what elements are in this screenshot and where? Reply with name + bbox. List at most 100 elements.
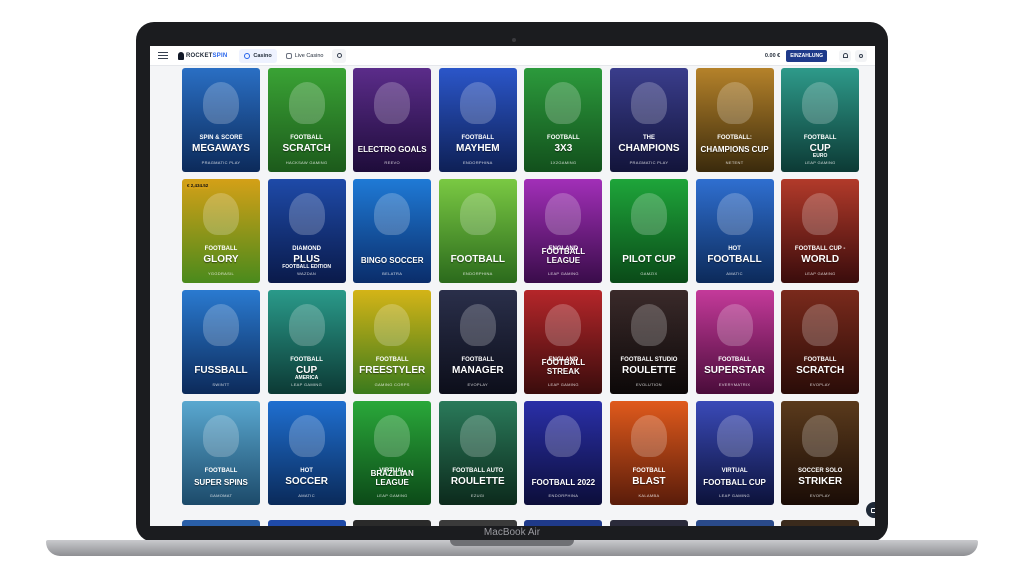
account-button[interactable] [855,49,867,62]
tab-casino[interactable]: Casino [239,48,277,63]
game-tile[interactable]: FOOTBALL MANAGER EVOPLAY [438,290,517,394]
game-artwork [716,304,753,346]
game-edition: AMERICA [294,375,319,381]
game-provider: KALAMBA [638,493,660,498]
game-subtitle: FOOTBALL CUP - [794,246,846,252]
game-provider: EVERYMATRIX [718,382,751,387]
search-icon [336,53,342,58]
game-title: BRAZILIAN LEAGUE [370,469,414,487]
tab-label: Live Casino [294,52,324,59]
game-subtitle: FOOTBALL [375,357,409,363]
game-title: CHAMPIONS CUP [700,145,769,154]
game-tile-peek[interactable] [438,520,517,526]
logo-text-b: SPIN [212,52,228,59]
game-artwork [459,193,496,235]
game-subtitle: FOOTBALL [461,135,495,141]
game-provider: LEAP GAMING [719,493,750,498]
game-title: 3X3 [554,143,573,154]
game-tile[interactable]: FOOTBALL STUDIO ROULETTE EVOLUTION [609,290,688,394]
game-provider: SWINTT [212,382,230,387]
game-tile[interactable]: FOOTBALL ENDORPHINA [438,179,517,283]
game-title: MANAGER [451,365,504,376]
game-tile-peek[interactable] [695,520,774,526]
game-title: BLAST [632,476,666,487]
game-subtitle: THE [642,135,655,141]
game-tile[interactable]: FUSSBALL SWINTT [182,290,260,394]
game-tile-peek[interactable] [353,520,432,526]
game-tile[interactable]: HOT FOOTBALL AMATIC [695,179,774,283]
game-provider: LEAP GAMING [376,493,408,498]
game-tile[interactable]: THE CHAMPIONS PRAGMATIC PLAY [609,68,688,172]
menu-icon[interactable] [158,52,168,59]
top-bar: ROCKET SPIN Casino Live Casino 0.00 € EIN… [150,46,875,66]
game-tile[interactable]: BINGO SOCCER BELATRA [353,179,432,283]
game-provider: EVOLUTION [636,382,662,387]
device-model-label: MacBook Air [483,527,541,538]
game-tile[interactable]: FOOTBALL AUTO ROULETTE EZUGI [438,401,517,505]
game-tile[interactable]: FOOTBALL CUP - WORLD LEAP GAMING [781,179,860,283]
game-tile[interactable]: ELECTRO GOALS REEVO [353,68,432,172]
game-tile[interactable]: HOT SOCCER AMATIC [267,401,346,505]
game-provider: AMATIC [726,271,743,276]
game-title: BINGO SOCCER [360,256,424,265]
game-tile[interactable]: FOOTBALL SUPER SPINS GAMOMAT [182,401,260,505]
search-button[interactable] [332,48,347,63]
game-provider: EVOPLAY [809,493,831,498]
game-artwork [802,304,839,346]
game-tile[interactable]: FOOTBALL SCRATCH HACKSAW GAMING [267,68,346,172]
game-tile[interactable]: FOOTBALL SCRATCH EVOPLAY [781,290,860,394]
game-artwork [630,415,667,457]
game-tile-peek[interactable] [781,520,860,526]
chat-button[interactable] [866,502,875,518]
game-tile-peek[interactable] [182,520,260,526]
game-tile[interactable]: FOOTBALL BLAST KALAMBA [609,401,688,505]
game-subtitle: SOCCER SOLO [797,468,843,474]
game-title: PILOT CUP [622,254,676,265]
game-tile[interactable]: FOOTBALL: CHAMPIONS CUP NETENT [695,68,774,172]
game-tile[interactable]: ENGLAND FOOTBALL STREAK LEAP GAMING [524,290,603,394]
game-provider: GAMOMAT [209,493,233,498]
game-tile[interactable]: € 2,434.52 FOOTBALL GLORY YGGDRASIL [182,179,260,283]
game-subtitle: FOOTBALL STUDIO [620,357,678,363]
game-tile-peek[interactable] [524,520,603,526]
game-subtitle: SPIN & SCORE [199,135,243,141]
game-tile[interactable]: FOOTBALL CUP EURO LEAP GAMING [781,68,860,172]
game-provider: EZUGI [470,493,485,498]
game-artwork [545,415,582,457]
game-subtitle: FOOTBALL [632,468,666,474]
game-artwork [630,304,667,346]
game-artwork [374,82,411,124]
game-tile-peek[interactable] [267,520,346,526]
game-tile[interactable]: FOOTBALL 3X3 1X2GAMING [524,68,603,172]
game-tile[interactable]: FOOTBALL CUP AMERICA LEAP GAMING [267,290,346,394]
game-tile[interactable]: FOOTBALL FREESTYLER GAMING CORPS [353,290,432,394]
deposit-button[interactable]: EINZAHLUNG [786,49,827,62]
game-tile[interactable]: FOOTBALL 2022 ENDORPHINA [524,401,603,505]
game-artwork [288,415,325,457]
game-artwork [459,304,496,346]
game-tile[interactable]: VIRTUAL FOOTBALL CUP LEAP GAMING [695,401,774,505]
game-artwork [374,415,411,457]
game-title: CHAMPIONS [618,143,680,154]
game-subtitle: HOT [300,468,313,474]
game-tile[interactable]: FOOTBALL SUPERSTAR EVERYMATRIX [695,290,774,394]
game-artwork [288,82,325,124]
game-tile[interactable]: FOOTBALL MAYHEM ENDORPHINA [438,68,517,172]
game-title: SCRATCH [282,143,331,154]
notifications-button[interactable] [839,49,851,62]
game-artwork [203,304,239,346]
game-tile[interactable]: VIRTUAL BRAZILIAN LEAGUE LEAP GAMING [353,401,432,505]
game-tile-peek[interactable] [610,520,688,526]
laptop-notch [450,540,574,546]
game-tile[interactable]: PILOT CUP GAMZIX [609,179,688,283]
balance-display[interactable]: 0.00 € [765,53,780,59]
game-tile[interactable]: SOCCER SOLO STRIKER EVOPLAY [781,401,860,505]
game-artwork [459,415,496,457]
game-tile[interactable]: SPIN & SCORE MEGAWAYS PRAGMATIC PLAY [182,68,260,172]
game-title: FREESTYLER [359,365,426,376]
tab-live-casino[interactable]: Live Casino [281,49,329,63]
game-subtitle: FOOTBALL: [717,135,752,141]
game-tile[interactable]: DIAMOND PLUS FOOTBALL EDITION WAZDAN [267,179,346,283]
game-tile[interactable]: ENGLAND FOOTBALL LEAGUE LEAP GAMING [524,179,603,283]
brand-logo[interactable]: ROCKET SPIN [178,51,228,60]
